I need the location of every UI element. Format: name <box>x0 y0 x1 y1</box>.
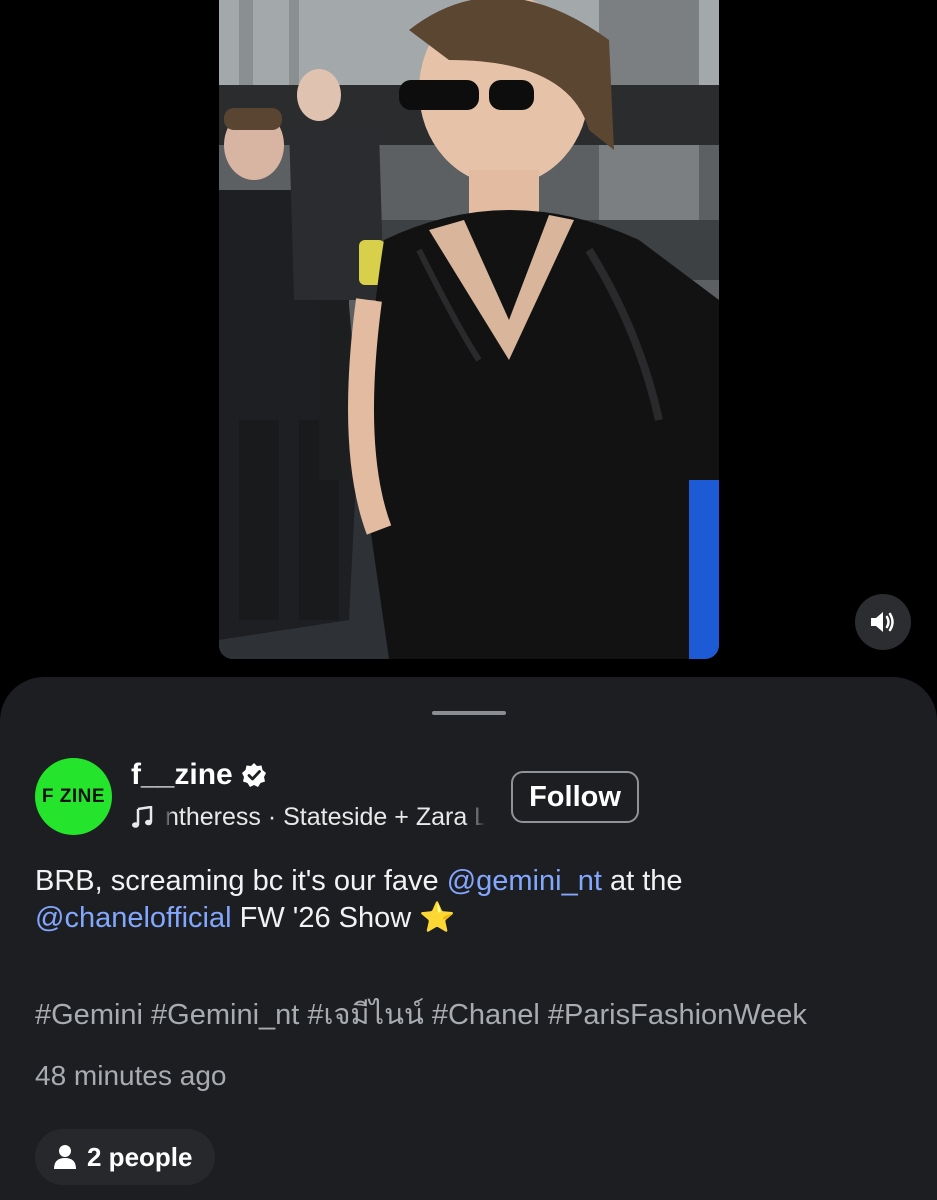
mention-link[interactable]: @gemini_nt <box>447 865 602 897</box>
username-row: f__zine <box>131 757 267 793</box>
video-player[interactable] <box>219 0 719 659</box>
sheet-drag-handle[interactable] <box>432 711 506 715</box>
caption-text: FW '26 Show <box>231 902 420 934</box>
people-button[interactable]: 2 people <box>35 1129 215 1185</box>
caption-text: at the <box>601 865 683 897</box>
music-row[interactable]: ntheress · Stateside + Zara Larsson <box>131 801 485 833</box>
star-emoji: ⭐ <box>419 902 456 934</box>
hashtags[interactable]: #Gemini #Gemini_nt #เจมีไนน์ #Chanel #Pa… <box>35 991 915 1037</box>
verified-badge-icon <box>241 763 266 787</box>
people-count: 2 people <box>87 1141 193 1172</box>
caption-text: BRB, screaming bc it's our fave <box>35 865 447 897</box>
username[interactable]: f__zine <box>131 758 233 792</box>
avatar[interactable]: F ZINE <box>35 758 112 835</box>
person-icon <box>54 1145 76 1169</box>
speaker-icon <box>871 612 894 632</box>
mention-link[interactable]: @chanelofficial <box>35 902 232 934</box>
music-note-icon <box>132 806 153 828</box>
post-caption: BRB, screaming bc it's our fave @gemini_… <box>35 863 875 937</box>
mute-button[interactable] <box>855 594 911 650</box>
avatar-logo-text: F ZINE <box>41 785 106 807</box>
music-track-label: ntheress · Stateside + Zara Larsson <box>165 802 485 831</box>
post-timestamp: 48 minutes ago <box>35 1060 227 1091</box>
follow-button[interactable]: Follow <box>511 771 639 823</box>
post-details-sheet: F ZINE f__zine ntheress · Stateside + Za… <box>0 677 937 1200</box>
video-frame <box>219 0 719 659</box>
